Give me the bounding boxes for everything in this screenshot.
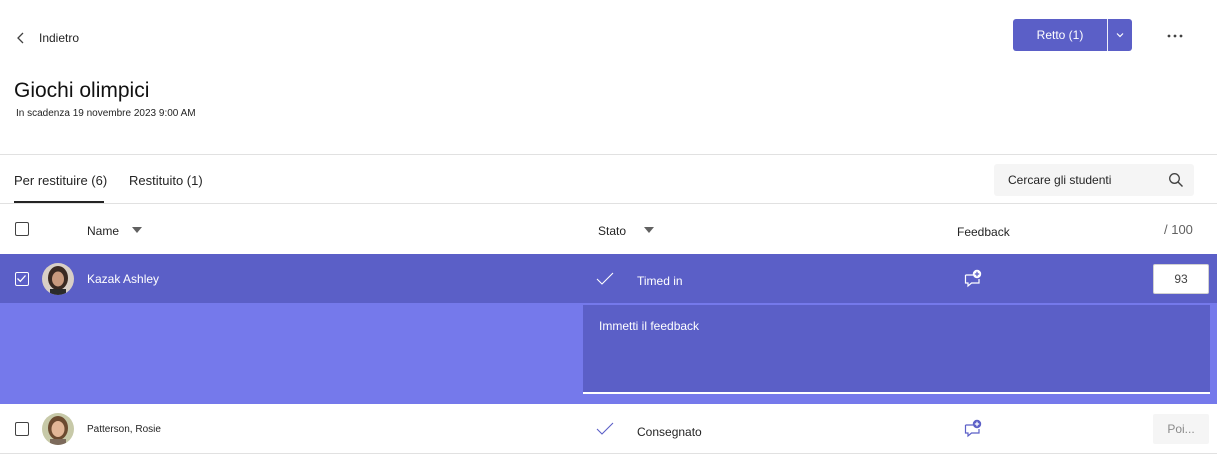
select-all-checkbox[interactable] [15,222,29,236]
tab-to-return[interactable]: Per restituire (6) [14,173,107,188]
search-input[interactable] [1008,173,1158,187]
student-search [994,164,1194,196]
student-name: Kazak Ashley [87,272,160,286]
column-feedback: Feedback [957,225,1010,239]
checkmark-icon [17,275,26,283]
due-date: In scadenza 19 novembre 2023 9:00 AM [16,108,196,119]
row-checkbox[interactable] [15,272,29,286]
return-options-button[interactable] [1108,19,1132,51]
assignment-title: Giochi olimpici [14,79,150,102]
checkmark-icon [596,272,614,285]
row-checkbox[interactable] [15,422,29,436]
back-button[interactable]: Indietro [14,28,79,48]
search-icon[interactable] [1168,172,1184,188]
chevron-down-icon [1116,33,1124,38]
avatar [42,263,74,295]
status-text: Timed in [637,274,683,288]
feedback-placeholder: Immetti il feedback [599,319,700,333]
column-status[interactable]: Stato [598,224,626,238]
more-horizontal-icon [1167,34,1183,38]
split-divider [1107,19,1108,51]
score-input[interactable]: Poi... [1153,414,1209,444]
sort-name-icon[interactable] [132,227,142,233]
add-comment-icon[interactable] [963,268,983,288]
avatar [42,413,74,445]
return-button[interactable]: Retto (1) [1013,19,1107,51]
tab-returned[interactable]: Restituito (1) [129,173,203,188]
feedback-field[interactable]: Immetti il feedback [583,305,1210,394]
sort-status-icon[interactable] [644,227,654,233]
status-text: Consegnato [637,425,702,439]
chevron-left-icon [17,32,24,44]
back-label: Indietro [39,31,80,45]
column-name[interactable]: Name [87,224,119,238]
add-comment-icon[interactable] [963,418,983,438]
column-points: / 100 [1164,222,1193,237]
tabs-divider [0,203,1217,204]
more-options-button[interactable] [1163,26,1187,46]
checkmark-icon [596,422,614,435]
row-divider [0,453,1217,454]
header-divider [0,154,1217,155]
score-input[interactable]: 93 [1153,264,1209,294]
student-name: Patterson, Rosie [87,424,161,435]
return-split-button: Retto (1) [1013,19,1132,51]
